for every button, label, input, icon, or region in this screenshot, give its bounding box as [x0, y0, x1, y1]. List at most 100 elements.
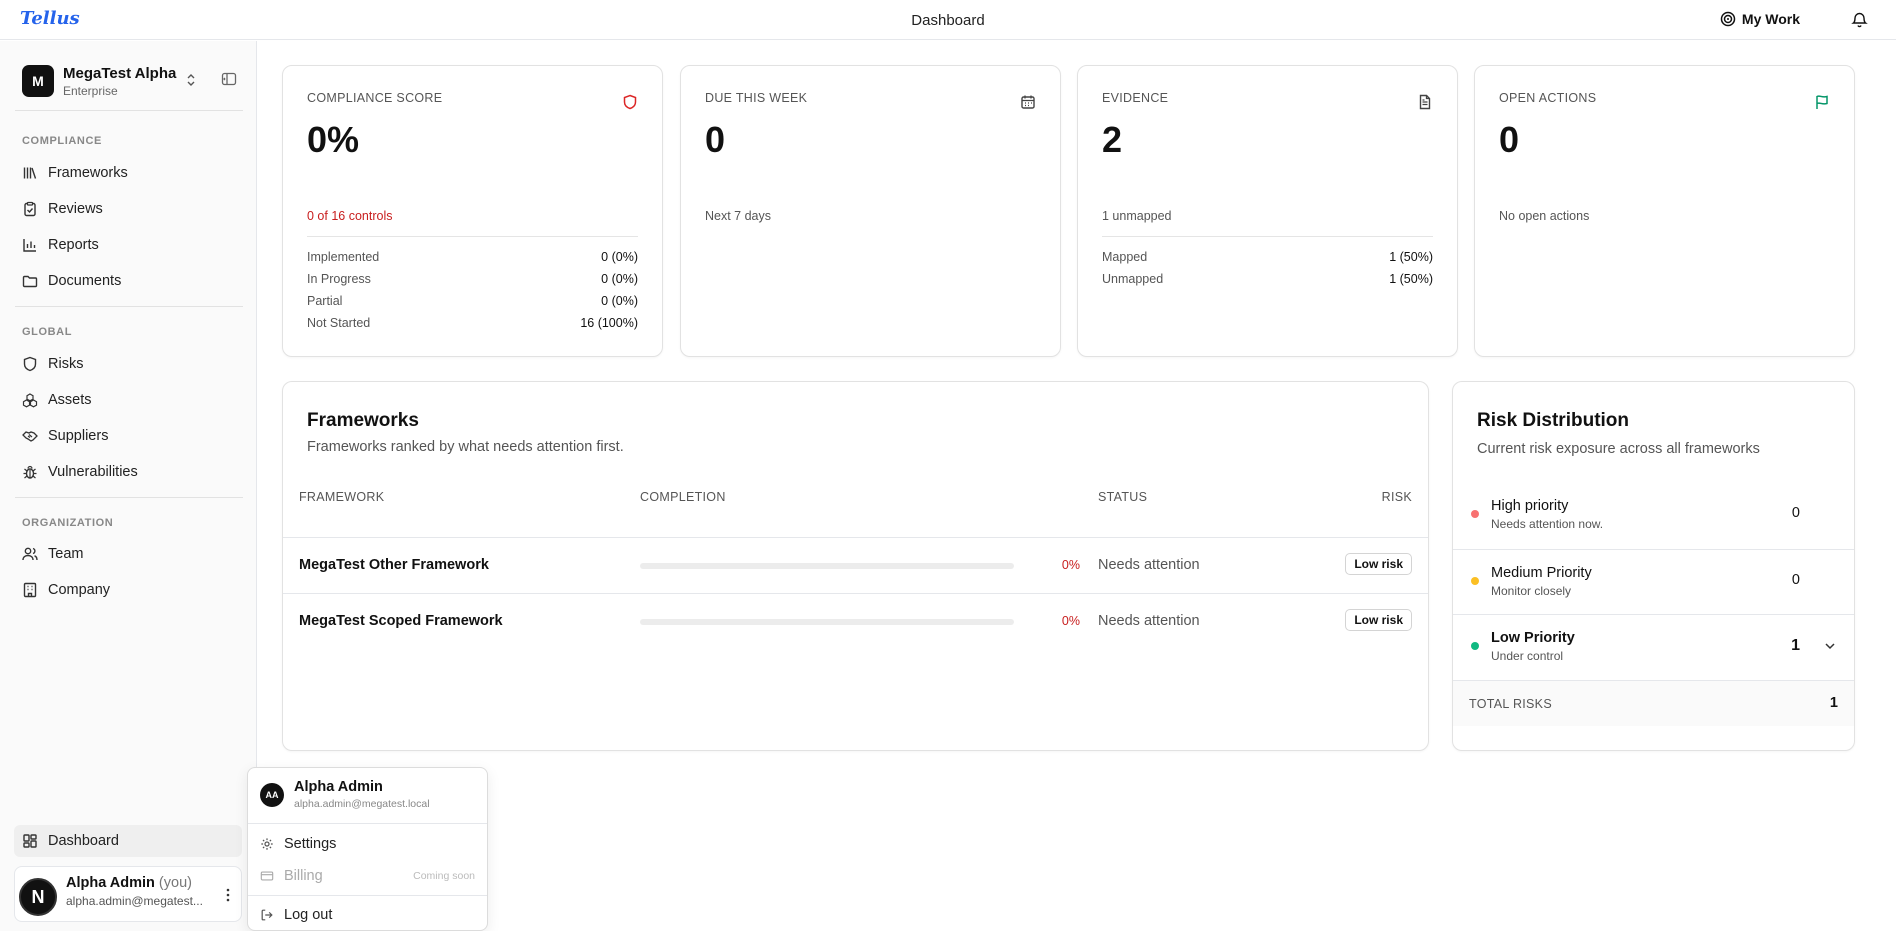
avatar: AA — [260, 783, 284, 807]
menu-settings[interactable]: Settings — [260, 832, 475, 856]
open-actions-card: OPEN ACTIONS 0 No open actions — [1474, 65, 1855, 357]
sidebar-item-dashboard[interactable]: Dashboard — [14, 825, 242, 857]
sidebar-item-suppliers[interactable]: Suppliers — [14, 420, 242, 452]
stat-row-key: Mapped — [1102, 250, 1148, 264]
sidebar-item-label: Team — [48, 546, 84, 562]
menu-billing-label: Billing — [284, 868, 323, 884]
org-switcher[interactable]: M MegaTest Alpha Enterprise — [22, 63, 242, 99]
sidebar-item-reviews[interactable]: Reviews — [14, 193, 242, 225]
status-dot — [1471, 577, 1479, 585]
section-organization: ORGANIZATION — [22, 517, 114, 529]
notifications-button[interactable] — [1851, 11, 1868, 31]
stat-note: Next 7 days — [705, 209, 772, 223]
my-work-button[interactable]: My Work — [1720, 11, 1800, 27]
dashboard-icon — [23, 834, 37, 848]
col-framework: FRAMEWORK — [299, 490, 385, 504]
chevron-down-icon[interactable] — [1824, 640, 1836, 652]
frameworks-subtitle: Frameworks ranked by what needs attentio… — [307, 439, 624, 455]
risk-count: 0 — [1791, 572, 1800, 588]
stat-row-value: 0 (0%) — [601, 272, 638, 286]
sidebar-item-company[interactable]: Company — [14, 574, 242, 606]
you-tag: (you) — [158, 875, 192, 891]
shield-icon — [23, 356, 37, 372]
stat-row-value: 16 (100%) — [580, 316, 638, 330]
status-dot — [1471, 642, 1479, 650]
sidebar-item-label: Vulnerabilities — [48, 464, 138, 480]
sidebar-item-assets[interactable]: Assets — [14, 384, 242, 416]
risk-distribution-card: Risk Distribution Current risk exposure … — [1452, 381, 1855, 751]
user-name: Alpha Admin (you) — [66, 875, 192, 891]
divider — [15, 306, 243, 307]
risk-row-high[interactable]: High priority Needs attention now. 0 — [1453, 483, 1854, 549]
stat-row-value: 0 (0%) — [601, 294, 638, 308]
total-risks-label: TOTAL RISKS — [1469, 697, 1552, 711]
framework-status: Needs attention — [1098, 613, 1200, 629]
menu-logout[interactable]: Log out — [260, 903, 475, 927]
sidebar-collapse-icon[interactable] — [221, 71, 237, 87]
risk-row-medium[interactable]: Medium Priority Monitor closely 0 — [1453, 549, 1854, 615]
sidebar-item-label: Frameworks — [48, 165, 128, 181]
risk-row-low[interactable]: Low Priority Under control 1 — [1453, 614, 1854, 680]
status-dot — [1471, 510, 1479, 518]
menu-user-name: Alpha Admin — [294, 779, 383, 795]
stat-row-key: Partial — [307, 294, 343, 308]
user-card[interactable]: N Alpha Admin (you) alpha.admin@megatest… — [14, 866, 242, 922]
stat-value: 0 — [705, 119, 726, 160]
total-risks-row: TOTAL RISKS 1 — [1453, 680, 1854, 726]
completion-percent: 0% — [1061, 558, 1080, 572]
user-name-text: Alpha Admin — [66, 875, 155, 891]
chevrons-up-down-icon — [187, 74, 195, 86]
sidebar-item-label: Dashboard — [48, 833, 119, 849]
page-title: Dashboard — [911, 12, 985, 29]
sidebar-item-risks[interactable]: Risks — [14, 348, 242, 380]
framework-name: MegaTest Other Framework — [299, 557, 489, 573]
completion-bar — [640, 619, 1014, 625]
user-menu: AA Alpha Admin alpha.admin@megatest.loca… — [247, 767, 488, 931]
stat-label: COMPLIANCE SCORE — [307, 91, 443, 105]
divider — [248, 895, 487, 896]
boxes-icon — [22, 393, 38, 408]
framework-status: Needs attention — [1098, 557, 1200, 573]
stat-row-key: In Progress — [307, 272, 371, 286]
col-status: STATUS — [1098, 490, 1148, 504]
table-row[interactable]: MegaTest Other Framework 0% Needs attent… — [283, 537, 1428, 593]
divider — [307, 236, 638, 237]
more-vertical-icon[interactable] — [225, 887, 231, 903]
stat-note: 1 unmapped — [1102, 209, 1172, 223]
stat-value: 0% — [307, 119, 360, 160]
menu-logout-label: Log out — [284, 907, 333, 923]
bell-icon — [1851, 12, 1868, 28]
risk-badge: Low risk — [1345, 609, 1412, 631]
shield-icon — [623, 94, 637, 110]
users-icon — [22, 547, 38, 561]
risk-level-name: Low Priority — [1491, 630, 1575, 646]
risk-distribution-subtitle: Current risk exposure across all framewo… — [1477, 441, 1760, 457]
frameworks-card: Frameworks Frameworks ranked by what nee… — [282, 381, 1429, 751]
col-completion: COMPLETION — [640, 490, 726, 504]
sidebar-item-reports[interactable]: Reports — [14, 229, 242, 261]
sidebar-item-documents[interactable]: Documents — [14, 265, 242, 297]
risk-level-name: Medium Priority — [1491, 565, 1592, 581]
top-bar: Tellus Dashboard My Work — [0, 0, 1896, 40]
stat-row-value: 0 (0%) — [601, 250, 638, 264]
library-icon — [23, 167, 37, 179]
handshake-icon — [22, 431, 38, 442]
sidebar-item-frameworks[interactable]: Frameworks — [14, 157, 242, 189]
menu-user-email: alpha.admin@megatest.local — [294, 798, 430, 810]
table-header: FRAMEWORK COMPLETION STATUS RISK — [283, 480, 1428, 514]
stat-label: DUE THIS WEEK — [705, 91, 808, 105]
section-compliance: COMPLIANCE — [22, 135, 102, 147]
stat-row-key: Implemented — [307, 250, 380, 264]
table-row[interactable]: MegaTest Scoped Framework 0% Needs atten… — [283, 593, 1428, 649]
divider — [15, 110, 243, 111]
sidebar-item-label: Suppliers — [48, 428, 109, 444]
menu-settings-label: Settings — [284, 836, 337, 852]
divider — [1102, 236, 1433, 237]
sidebar-item-vulnerabilities[interactable]: Vulnerabilities — [14, 456, 242, 488]
divider — [15, 497, 243, 498]
risk-level-desc: Needs attention now. — [1491, 517, 1604, 531]
stat-row: Not Started 16 (100%) — [307, 316, 638, 334]
sidebar-item-team[interactable]: Team — [14, 538, 242, 570]
sidebar-item-label: Documents — [48, 273, 122, 289]
my-work-label: My Work — [1741, 11, 1800, 27]
